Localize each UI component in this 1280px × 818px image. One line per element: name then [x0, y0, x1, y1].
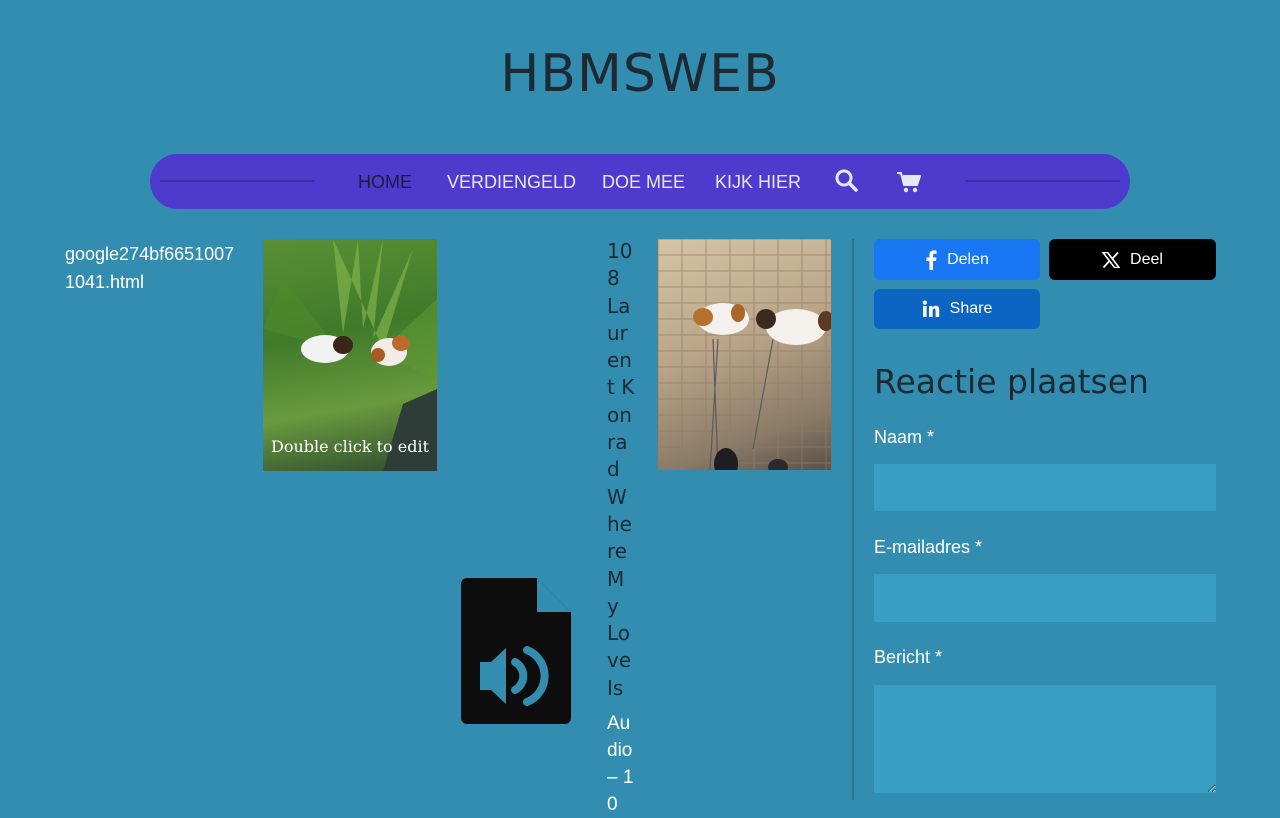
cart-icon[interactable]	[896, 170, 922, 199]
nav-divider-right	[965, 180, 1120, 182]
dogs-on-pavement-image[interactable]	[658, 239, 831, 470]
audio-file-icon[interactable]	[461, 578, 571, 730]
email-field[interactable]	[874, 574, 1216, 622]
message-field[interactable]	[874, 685, 1216, 793]
x-share-label: Deel	[1130, 250, 1163, 268]
nav-item-kijk-hier[interactable]: KIJK HIER	[715, 172, 801, 193]
dogs-in-grass-image[interactable]: Double click to edit	[263, 239, 437, 471]
linkedin-share-button[interactable]: Share	[874, 289, 1040, 329]
nav-item-home[interactable]: HOME	[358, 172, 412, 193]
comment-form-title: Reactie plaatsen	[874, 362, 1149, 401]
email-label: E-mailadres *	[874, 537, 983, 557]
facebook-share-button[interactable]: Delen	[874, 239, 1040, 280]
main-nav: HOME VERDIENGELD DOE MEE KIJK HIER	[150, 154, 1130, 209]
linkedin-share-label: Share	[949, 300, 993, 317]
column-divider	[852, 239, 854, 800]
name-field[interactable]	[874, 464, 1216, 511]
site-title[interactable]: HBMSWEB	[0, 44, 1280, 104]
nav-item-verdiengeld[interactable]: VERDIENGELD	[447, 172, 576, 193]
facebook-share-label: Delen	[947, 250, 989, 268]
name-label: Naam *	[874, 427, 935, 447]
nav-divider-left	[160, 180, 315, 182]
x-icon	[1102, 251, 1121, 268]
facebook-icon	[926, 249, 937, 270]
x-share-button[interactable]: Deel	[1049, 239, 1216, 280]
edit-hint-overlay: Double click to edit	[270, 437, 430, 456]
nav-item-doe-mee[interactable]: DOE MEE	[602, 172, 685, 193]
linkedin-icon	[922, 300, 939, 317]
audio-title[interactable]: 108 Laurent Konrad Where My Love Is	[607, 238, 635, 702]
audio-subtitle: Audio – 10	[607, 713, 634, 815]
message-label: Bericht *	[874, 647, 943, 667]
search-icon[interactable]	[834, 168, 858, 197]
file-link[interactable]: google274bf66510071041.html	[65, 240, 240, 296]
